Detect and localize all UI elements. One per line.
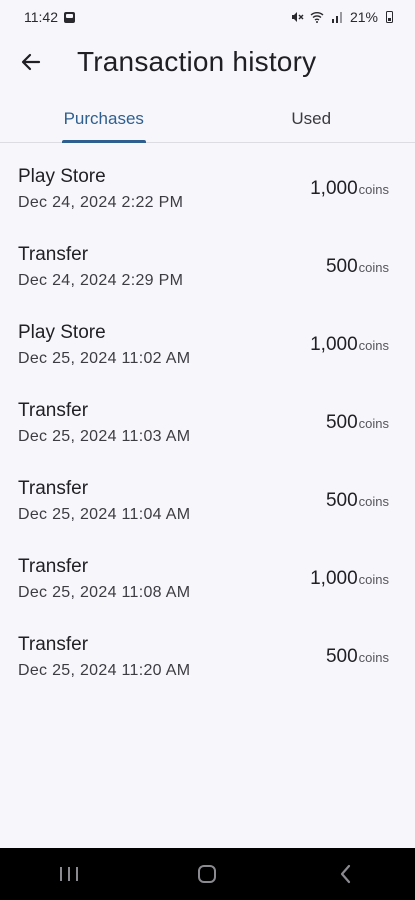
transaction-amount: 500 coins	[326, 256, 389, 278]
back-button[interactable]	[9, 40, 53, 84]
transaction-info: Play Store Dec 24, 2024 2:22 PM	[18, 166, 183, 212]
transaction-date: Dec 24, 2024 2:22 PM	[18, 194, 184, 211]
amount-unit: coins	[358, 494, 389, 509]
page-title: Transaction history	[77, 46, 317, 77]
status-time: 11:42	[24, 9, 58, 25]
system-nav-bar	[0, 848, 415, 900]
transaction-amount: 500 coins	[326, 490, 389, 512]
signal-icon	[331, 12, 342, 23]
nav-back-button[interactable]	[326, 854, 366, 894]
transaction-title: Transfer	[18, 556, 89, 577]
transaction-info: Transfer Dec 24, 2024 2:29 PM	[18, 244, 183, 290]
amount-unit: coins	[358, 416, 389, 431]
transaction-date: Dec 25, 2024 11:08 AM	[18, 584, 191, 601]
image-notification-icon	[64, 11, 75, 23]
amount-value: 500	[325, 490, 358, 511]
amount-value: 1,000	[310, 568, 358, 589]
transaction-info: Transfer Dec 25, 2024 11:20 AM	[18, 634, 190, 680]
transaction-row[interactable]: Transfer Dec 24, 2024 2:29 PM 500 coins	[0, 228, 415, 306]
transaction-row[interactable]: Play Store Dec 24, 2024 2:22 PM 1,000 co…	[0, 150, 415, 228]
amount-value: 500	[325, 646, 358, 667]
tab-purchases-label: Purchases	[63, 109, 144, 128]
battery-icon	[386, 11, 393, 23]
recent-apps-icon	[60, 867, 79, 881]
transaction-date: Dec 25, 2024 11:03 AM	[18, 428, 191, 445]
back-icon	[340, 864, 350, 884]
transaction-date: Dec 24, 2024 2:29 PM	[18, 272, 184, 289]
amount-unit: coins	[358, 338, 389, 353]
transaction-row[interactable]: Transfer Dec 25, 2024 11:20 AM 500 coins	[0, 618, 415, 696]
transaction-info: Transfer Dec 25, 2024 11:04 AM	[18, 478, 190, 524]
status-left: 11:42	[24, 9, 75, 25]
amount-value: 1,000	[310, 178, 358, 199]
amount-unit: coins	[358, 182, 389, 197]
status-bar: 11:42 21%	[0, 0, 415, 34]
transaction-row[interactable]: Transfer Dec 25, 2024 11:08 AM 1,000 coi…	[0, 540, 415, 618]
transaction-title: Play Store	[18, 166, 106, 187]
transaction-row[interactable]: Transfer Dec 25, 2024 11:03 AM 500 coins	[0, 384, 415, 462]
battery-percent: 21%	[349, 9, 378, 25]
status-right: 21%	[290, 9, 393, 25]
transaction-amount: 1,000 coins	[310, 334, 389, 356]
home-icon	[198, 865, 217, 883]
transaction-amount: 1,000 coins	[310, 178, 389, 200]
transaction-date: Dec 25, 2024 11:20 AM	[18, 662, 191, 679]
transaction-info: Play Store Dec 25, 2024 11:02 AM	[18, 322, 190, 368]
tab-used-label: Used	[291, 109, 332, 128]
amount-unit: coins	[358, 260, 389, 275]
transaction-date: Dec 25, 2024 11:04 AM	[18, 506, 191, 523]
transaction-title: Transfer	[18, 400, 89, 421]
transaction-title: Transfer	[18, 634, 89, 655]
transaction-title: Transfer	[18, 244, 89, 265]
mute-icon	[291, 12, 304, 22]
transaction-amount: 1,000 coins	[310, 568, 389, 590]
wifi-icon	[310, 12, 324, 23]
tab-purchases[interactable]: Purchases	[0, 96, 208, 143]
transaction-list: Play Store Dec 24, 2024 2:22 PM 1,000 co…	[0, 150, 415, 696]
transaction-date: Dec 25, 2024 11:02 AM	[18, 350, 191, 367]
transaction-info: Transfer Dec 25, 2024 11:03 AM	[18, 400, 190, 446]
tab-bar: Purchases Used	[0, 96, 415, 143]
amount-value: 1,000	[310, 334, 358, 355]
back-arrow-icon	[21, 53, 41, 71]
amount-unit: coins	[358, 572, 389, 587]
transaction-title: Transfer	[18, 478, 89, 499]
transaction-row[interactable]: Transfer Dec 25, 2024 11:04 AM 500 coins	[0, 462, 415, 540]
transaction-amount: 500 coins	[326, 646, 389, 668]
home-button[interactable]	[187, 854, 227, 894]
tab-used[interactable]: Used	[208, 96, 415, 142]
transaction-info: Transfer Dec 25, 2024 11:08 AM	[18, 556, 190, 602]
transaction-title: Play Store	[18, 322, 106, 343]
transaction-row[interactable]: Play Store Dec 25, 2024 11:02 AM 1,000 c…	[0, 306, 415, 384]
amount-unit: coins	[358, 650, 389, 665]
recent-apps-button[interactable]	[49, 854, 89, 894]
amount-value: 500	[325, 412, 358, 433]
transaction-amount: 500 coins	[326, 412, 389, 434]
app-bar: Transaction history	[0, 34, 415, 90]
amount-value: 500	[325, 256, 358, 277]
